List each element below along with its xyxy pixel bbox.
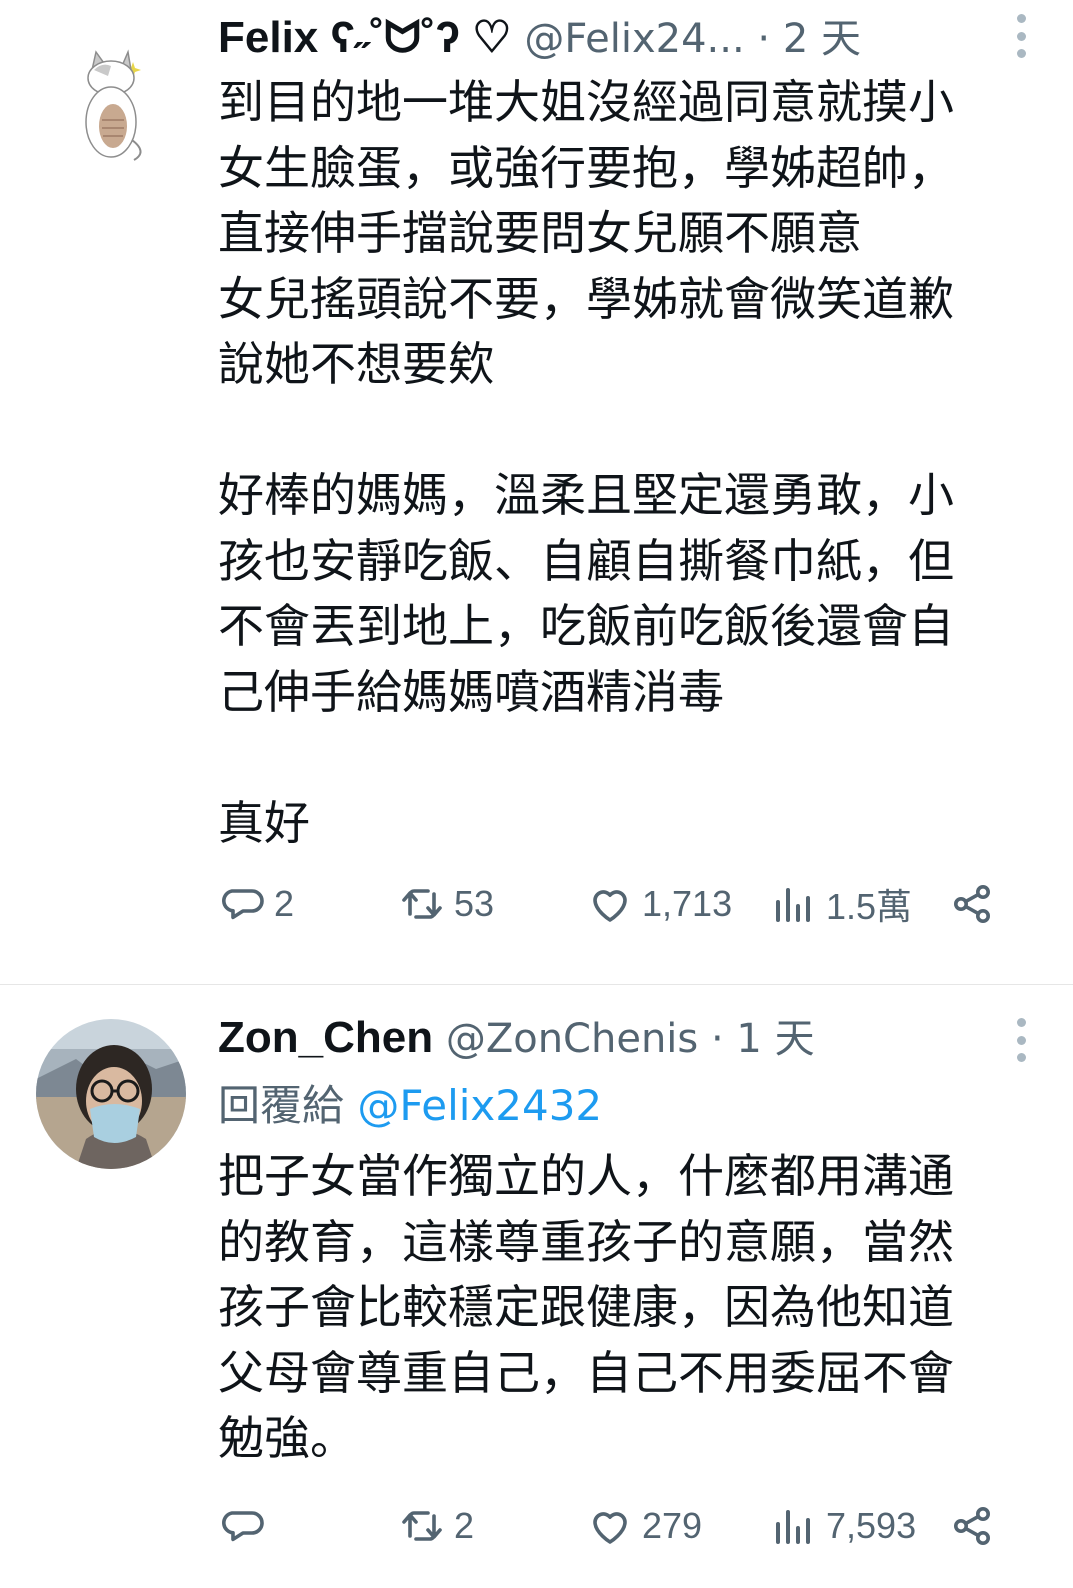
views-button[interactable]: 1.5萬 [770,874,912,934]
tweet-text: 到目的地一堆大姐沒經過同意就摸小 女生臉蛋，或強行要抱，學姊超帥， 直接伸手擋說… [218,75,954,850]
views-bar-icon [776,888,810,922]
reply-bubble-icon [222,1511,264,1542]
share-button[interactable] [948,1496,996,1556]
reply-button[interactable] [218,1496,274,1556]
separator-dot: · [757,16,771,62]
more-vertical-icon[interactable] [1009,1018,1033,1062]
retweet-count: 2 [454,1505,475,1546]
views-button[interactable]: 7,593 [770,1496,916,1556]
reply-label: 回覆給 [218,1081,345,1130]
views-bar-icon [776,1510,810,1544]
avatar-photo[interactable] [36,1019,186,1169]
heart-icon [593,890,627,922]
share-button[interactable] [948,874,996,934]
reply-bubble-icon [222,889,264,920]
tweet-felix[interactable]: Felix ʕ˶˚ᗢ˚ʔ ♡ @Felix24... · 2 天 到目的地一堆大… [0,0,1073,985]
retweet-icon [402,889,442,919]
reply-context: 回覆給 @Felix2432 [218,1078,602,1134]
like-count: 279 [642,1505,703,1546]
timestamp[interactable]: 1 天 [736,1016,814,1062]
view-count: 7,593 [826,1505,917,1546]
action-bar: 2 279 7,593 [218,1496,1008,1556]
tweet-header: Felix ʕ˶˚ᗢ˚ʔ ♡ @Felix24... · 2 天 [218,12,963,65]
more-vertical-icon[interactable] [1009,14,1033,58]
reply-button[interactable]: 2 [218,874,294,934]
like-button[interactable]: 1,713 [586,874,732,934]
tweet-zon-chen-content[interactable]: Zon_Chen @ZonChenis · 1 天 回覆給 @Felix2432… [0,986,1073,1588]
tweet-header: Zon_Chen @ZonChenis · 1 天 [218,1012,963,1065]
share-icon [954,1507,990,1545]
like-button[interactable]: 279 [586,1496,702,1556]
avatar-cat-icon[interactable] [36,30,186,180]
retweet-button[interactable]: 2 [398,1496,474,1556]
user-handle[interactable]: @Felix24... [524,16,744,62]
view-count: 1.5萬 [826,886,913,927]
action-bar: 2 53 1,713 1.5萬 [218,874,1008,934]
tweet-text: 把子女當作獨立的人，什麼都用溝通 的教育，這樣尊重孩子的意願，當然 孩子會比較穩… [218,1149,954,1465]
retweet-icon [402,1511,442,1541]
reply-count: 2 [274,883,295,924]
display-name[interactable]: Felix ʕ˶˚ᗢ˚ʔ ♡ [218,13,512,62]
retweet-count: 53 [454,883,495,924]
separator-dot: · [710,1016,724,1062]
heart-icon [593,1512,627,1544]
share-icon [954,885,990,923]
timestamp[interactable]: 2 天 [783,16,861,62]
display-name[interactable]: Zon_Chen [218,1013,433,1062]
like-count: 1,713 [642,883,733,924]
retweet-button[interactable]: 53 [398,874,494,934]
reply-to-link[interactable]: @Felix2432 [357,1081,602,1130]
user-handle[interactable]: @ZonChenis [446,1016,698,1062]
